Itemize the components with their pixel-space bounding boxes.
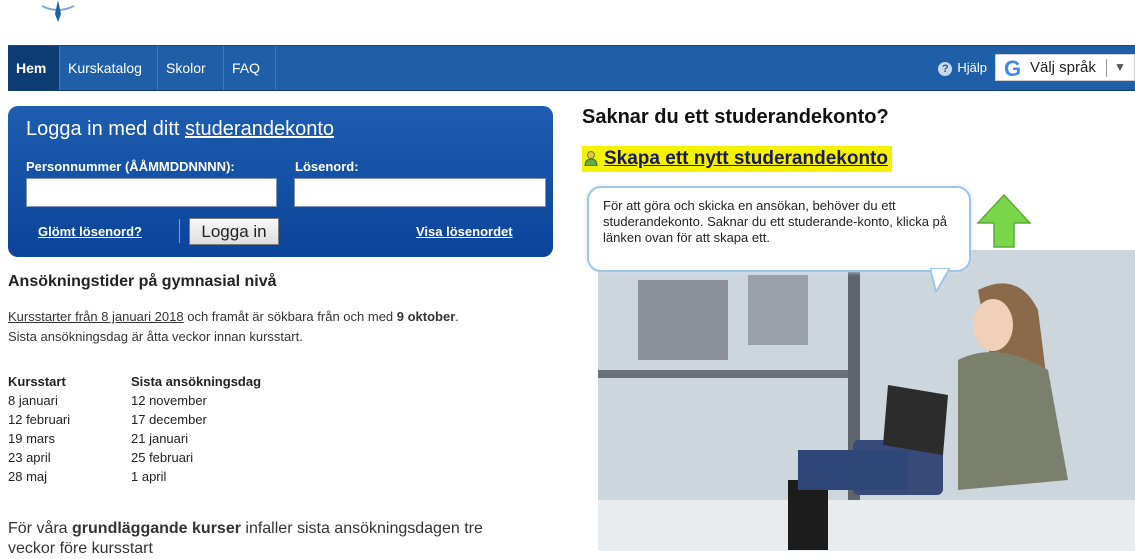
basic-courses-text: För våra grundläggande kurser infaller s… — [8, 520, 483, 557]
student-photo — [598, 250, 1135, 551]
password-label: Lösenord: — [295, 159, 359, 174]
header-last-application-day: Sista ansökningsdag — [131, 374, 262, 389]
google-icon: G — [1004, 56, 1022, 81]
info-speech-bubble: För att göra och skicka en ansökan, behö… — [587, 186, 971, 272]
login-button[interactable]: Logga in — [189, 218, 279, 245]
login-title: Logga in med ditt studerandekonto — [26, 118, 335, 140]
header-course-start: Kursstart — [8, 374, 66, 389]
forgot-password-link[interactable]: Glömt lösenord? — [38, 224, 142, 239]
show-password-link[interactable]: Visa lösenordet — [416, 224, 513, 239]
main-nav: Hem Kurskatalog Skolor FAQ ? Hjälp G Välj… — [8, 45, 1135, 91]
help-link[interactable]: ? Hjälp — [938, 46, 987, 90]
login-divider — [179, 219, 180, 243]
language-label: Välj språk — [1030, 59, 1096, 76]
create-account-link[interactable]: Skapa ett nytt studerandekonto — [604, 148, 888, 169]
student-illustration-icon — [598, 250, 1135, 551]
course-start-link[interactable]: Kursstarter från 8 januari 2018 — [8, 309, 184, 324]
personnummer-label: Personnummer (ÅÅMMDDNNNN): — [26, 159, 235, 174]
nav-item-kurskatalog[interactable]: Kurskatalog — [60, 46, 158, 90]
help-label: Hjälp — [957, 60, 987, 75]
site-logo-icon — [41, 0, 75, 22]
bubble-text: För att göra och skicka en ansökan, behö… — [603, 198, 947, 245]
person-icon — [584, 151, 598, 167]
help-icon: ? — [938, 62, 953, 76]
personnummer-input[interactable] — [26, 178, 277, 207]
application-periods-heading: Ansökningstider på gymnasial nivå — [8, 273, 277, 290]
no-account-heading: Saknar du ett studerandekonto? — [582, 106, 889, 128]
student-account-link[interactable]: studerandekonto — [185, 118, 334, 140]
nav-item-hem[interactable]: Hem — [8, 46, 60, 90]
language-divider — [1106, 59, 1107, 77]
nav-item-skolor[interactable]: Skolor — [158, 46, 224, 90]
application-info-text: Kursstarter från 8 januari 2018 och fram… — [8, 309, 459, 344]
dropdown-arrow-icon[interactable]: ▼ — [1114, 55, 1126, 80]
language-select[interactable]: G Välj språk ▼ — [995, 54, 1135, 81]
nav-item-faq[interactable]: FAQ — [224, 46, 276, 90]
login-panel: Logga in med ditt studerandekonto Person… — [8, 106, 553, 257]
bubble-tail-icon — [930, 268, 950, 292]
arrow-up-icon — [976, 193, 1032, 248]
password-input[interactable] — [294, 178, 546, 207]
create-account-link-box[interactable]: Skapa ett nytt studerandekonto — [582, 146, 892, 172]
